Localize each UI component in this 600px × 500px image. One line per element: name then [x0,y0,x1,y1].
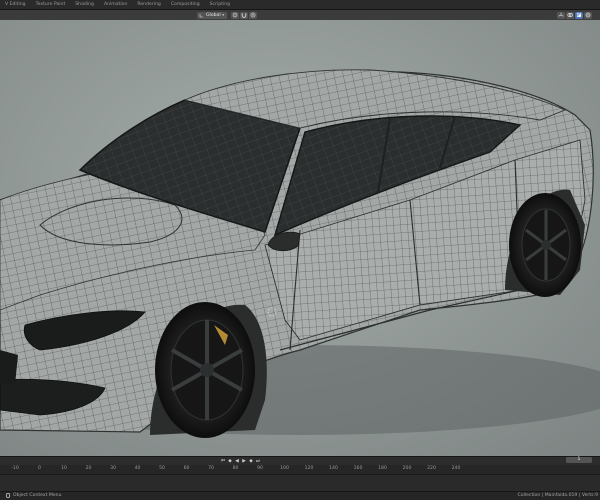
xray-toggle-button[interactable] [575,11,583,19]
tab-texture-paint[interactable]: Texture Paint [31,0,71,9]
jump-start-icon: ⏮ [220,459,226,464]
timeline-tick: 100 [280,466,289,471]
proportional-editing-button[interactable] [249,11,257,19]
wireframe-shading-button[interactable] [584,11,592,19]
gizmo-toggle-button[interactable] [557,11,565,19]
timeline-tick: 140 [329,466,338,471]
playback-controls-bar: ⏮ ◆ ◀ ▶ ◆ ⏭ [0,456,600,465]
status-hint: Object Context Menu [6,493,62,498]
axis-icon [199,13,203,17]
timeline-tick: 10 [61,466,67,471]
status-hint-text: Object Context Menu [13,493,62,498]
tab-compositing[interactable]: Compositing [166,0,205,9]
jump-start-button[interactable]: ⏮ [220,458,226,464]
overlays-icon [567,13,573,17]
jump-end-button[interactable]: ⏭ [255,458,261,464]
proportional-editing-icon [250,12,256,18]
timeline-tick: -10 [11,466,19,471]
timeline-tick: 120 [304,466,314,471]
jump-end-icon: ⏭ [255,459,261,464]
current-frame-field[interactable]: 1 [566,457,592,463]
tab-rendering[interactable]: Rendering [132,0,165,9]
play-reverse-icon: ◀ [235,458,239,464]
chevron-down-icon: ▾ [222,13,224,17]
timeline-tick: 220 [427,466,436,471]
timeline-tick: 160 [353,466,363,471]
timeline-tick: 60 [183,466,190,471]
mouse-right-icon [6,493,10,498]
timeline-tick: 30 [110,466,116,471]
status-bar: Object Context Menu Collection | Mainfai… [0,491,600,500]
prev-keyframe-icon: ◆ [228,458,232,464]
timeline-tick: 40 [134,466,141,471]
pivot-icon [232,12,238,18]
prev-keyframe-button[interactable]: ◆ [227,458,233,464]
timeline-tick: 20 [85,466,92,471]
status-stats: Collection | Mainfaida.019 | Verts:9 [517,493,598,498]
pivot-point-button[interactable] [231,11,239,19]
wireframe-shading-icon [585,12,591,18]
tab-uv-editing[interactable]: V Editing [0,0,31,9]
timeline-ruler[interactable]: -10 0 10 20 30 40 50 60 70 80 90 100 120 140 160 180 200… [0,465,600,475]
play-icon: ▶ [242,458,246,464]
transform-orientation-dropdown[interactable]: Global ▾ [197,11,227,19]
timeline-tick: 200 [402,466,412,471]
next-keyframe-icon: ◆ [249,458,253,464]
timeline-tick: 180 [378,466,387,471]
tab-animation[interactable]: Animation [99,0,132,9]
viewport-scene [0,20,600,456]
workspace-tabs-bar: V Editing Texture Paint Shading Animatio… [0,0,600,10]
timeline-tick: 70 [208,466,214,471]
play-reverse-button[interactable]: ◀ [234,458,240,464]
viewport-header: Global ▾ [0,10,600,20]
gizmo-icon [558,12,564,17]
timeline-tick: 0 [38,466,41,471]
magnet-icon [241,13,247,18]
snap-toggle-button[interactable] [240,11,248,19]
xray-icon [576,12,582,18]
tab-shading[interactable]: Shading [70,0,99,9]
play-button[interactable]: ▶ [241,458,247,464]
timeline-tick: 90 [257,466,263,471]
timeline-tick: 50 [159,466,165,471]
timeline-area[interactable] [0,475,600,491]
overlays-toggle-button[interactable] [566,11,574,19]
timeline-tick: 80 [232,466,239,471]
3d-viewport[interactable] [0,20,600,456]
timeline-tick: 240 [451,466,461,471]
next-keyframe-button[interactable]: ◆ [248,458,254,464]
orientation-value: Global [206,12,221,18]
tab-scripting[interactable]: Scripting [205,0,235,9]
